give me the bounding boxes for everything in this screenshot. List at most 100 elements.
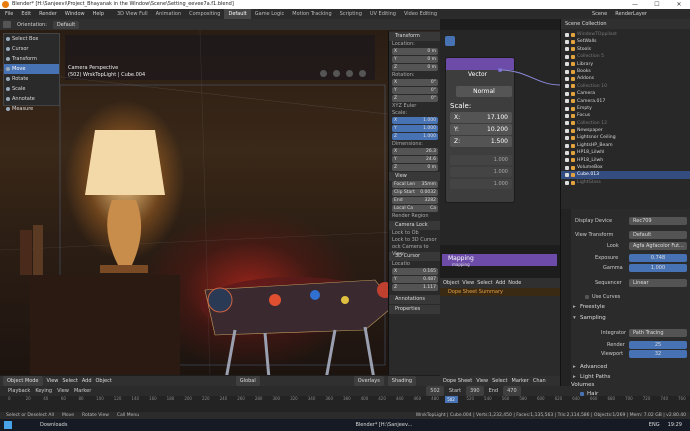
lock-to-object[interactable]: Lock to Ob	[389, 230, 440, 237]
close-button[interactable]: ✕	[668, 0, 690, 9]
render-region-toggle[interactable]: Render Region	[389, 213, 440, 220]
dimension-x[interactable]: X 26.3	[392, 148, 438, 155]
tab-animation[interactable]: Animation	[152, 9, 186, 19]
cursor-y[interactable]: Y 0.487	[392, 276, 438, 283]
add-menu[interactable]: Add	[82, 376, 92, 386]
collection-checkbox-icon[interactable]	[565, 180, 569, 185]
tab-compositing[interactable]: Compositing	[185, 9, 224, 19]
outliner-item[interactable]: Camera.017	[561, 98, 690, 105]
volumes-section[interactable]: Volumes	[571, 382, 594, 388]
tool-transform[interactable]: Transform	[4, 54, 59, 64]
minimize-button[interactable]: —	[624, 0, 646, 9]
dopesheet-select-menu[interactable]: Select	[492, 376, 507, 386]
tool-cursor[interactable]: Cursor	[4, 44, 59, 54]
tool-scale[interactable]: Scale	[4, 84, 59, 94]
3d-viewport[interactable]: Camera Perspective (502) WrskTopLight | …	[0, 30, 440, 375]
hair-checkbox[interactable]: Hair	[580, 391, 598, 397]
overlays-button[interactable]: Overlays	[353, 376, 384, 386]
collection-checkbox-icon[interactable]	[565, 99, 569, 104]
outliner-item[interactable]: Stools	[561, 46, 690, 53]
render-layer-selector[interactable]: RenderLayer	[612, 9, 650, 19]
tab-video-editing[interactable]: Video Editing	[400, 9, 441, 19]
object-menu[interactable]: Object	[96, 376, 112, 386]
dopesheet-view-menu[interactable]: View	[476, 376, 488, 386]
collection-checkbox-icon[interactable]	[565, 158, 569, 163]
properties-section[interactable]: Properties	[389, 305, 440, 314]
dopesheet-mode-select[interactable]: Dope Sheet	[443, 376, 472, 386]
scene-selector[interactable]: Scene	[589, 9, 610, 19]
outliner-item[interactable]: Focus	[561, 112, 690, 119]
tab-motion-tracking[interactable]: Motion Tracking	[288, 9, 335, 19]
outliner-item[interactable]: LightsHP_Beam	[561, 142, 690, 149]
outliner-item[interactable]: VolumeBox	[561, 164, 690, 171]
collection-checkbox-icon[interactable]	[565, 40, 569, 45]
tool-move[interactable]: Move	[4, 64, 59, 74]
collection-checkbox-icon[interactable]	[565, 47, 569, 52]
outliner-item[interactable]: SetWalls	[561, 38, 690, 45]
outliner-item[interactable]: Collection 10	[561, 83, 690, 90]
collection-checkbox-icon[interactable]	[565, 121, 569, 126]
collection-checkbox-icon[interactable]	[565, 113, 569, 118]
scale-y[interactable]: Y 1.000	[392, 125, 438, 132]
viewport-samples-field[interactable]: 32	[629, 350, 687, 358]
keyboard-language[interactable]: ENG	[649, 419, 660, 431]
dopesheet-body[interactable]	[440, 296, 560, 376]
transform-orientation-select[interactable]: Global	[235, 376, 260, 386]
integrator-select[interactable]: Path Tracing	[629, 329, 687, 337]
view-transform-select[interactable]: Default	[629, 231, 687, 239]
use-curves-checkbox[interactable]: Use Curves	[585, 293, 620, 301]
collection-checkbox-icon[interactable]	[565, 84, 569, 89]
grid-icon[interactable]	[359, 69, 366, 77]
collection-checkbox-icon[interactable]	[565, 32, 569, 37]
editor-type-icon[interactable]	[3, 21, 11, 28]
node-field-1[interactable]: 1.000	[450, 155, 512, 165]
playback-menu[interactable]: Playback	[8, 386, 30, 396]
location-y[interactable]: Y0 m	[392, 56, 438, 63]
dimension-y[interactable]: Y 24.6	[392, 156, 438, 163]
outliner-item[interactable]: HP18_Lilwhl	[561, 149, 690, 156]
clip-end[interactable]: End 3282	[392, 197, 438, 204]
node-scale-x[interactable]: X: 17.100	[450, 112, 512, 123]
timeline[interactable]: 0 20 40 60 80 100 120 140 160 180 200 220 240 260 280 3…	[0, 396, 690, 412]
outliner-item[interactable]: Collection 12	[561, 120, 690, 127]
outliner-item[interactable]: Books	[561, 68, 690, 75]
node-scale-z[interactable]: Z: 1.500	[450, 136, 512, 147]
properties-tabs[interactable]	[561, 209, 571, 386]
collection-checkbox-icon[interactable]	[565, 91, 569, 96]
euler-mode[interactable]: XYZ Euler	[389, 103, 440, 110]
collection-checkbox-icon[interactable]	[565, 165, 569, 170]
node-field-2[interactable]: 1.000	[450, 167, 512, 177]
light-paths-section[interactable]: Light Paths	[572, 373, 690, 382]
collection-checkbox-icon[interactable]	[565, 150, 569, 155]
orientation-select[interactable]: Default	[52, 20, 80, 29]
dope-sheet-summary[interactable]: Dope Sheet Summary	[440, 288, 560, 296]
outliner-item[interactable]: Addons	[561, 75, 690, 82]
local-camera[interactable]: Local Ca Ca	[392, 205, 438, 212]
menu-help[interactable]: Help	[90, 9, 107, 19]
dopesheet-marker-menu[interactable]: Marker	[512, 376, 529, 386]
outliner-item[interactable]: Camera	[561, 90, 690, 97]
collection-checkbox-icon[interactable]	[565, 54, 569, 59]
outliner-item[interactable]: Cube.013	[561, 171, 690, 179]
collection-checkbox-icon[interactable]	[565, 128, 569, 133]
lock-camera-to-view[interactable]: ock Camera to View	[389, 244, 440, 257]
node-scale-y[interactable]: Y: 10.200	[450, 124, 512, 135]
annotations-section[interactable]: Annotations	[389, 295, 440, 304]
clip-start[interactable]: Clip Start 0.0032	[392, 189, 438, 196]
view-menu[interactable]: View	[47, 376, 59, 386]
shading-button[interactable]: Shading	[387, 376, 417, 386]
collection-checkbox-icon[interactable]	[565, 136, 569, 141]
rotation-z[interactable]: Z 0°	[392, 95, 438, 102]
outliner-item[interactable]: Collection 5	[561, 53, 690, 60]
outliner-item[interactable]: Empty	[561, 105, 690, 112]
gamma-field[interactable]: 1.000	[629, 264, 687, 272]
look-select[interactable]: Agfa Agfacolor Fut...	[629, 242, 687, 250]
dope-add-menu[interactable]: Add	[496, 278, 506, 288]
outliner-item[interactable]: Newspaper	[561, 127, 690, 134]
collection-checkbox-icon[interactable]	[565, 173, 569, 178]
maximize-button[interactable]: ☐	[646, 0, 668, 9]
camera-view-icon[interactable]	[346, 69, 353, 77]
timeline-view-menu[interactable]: View	[57, 386, 69, 396]
tab-game-logic[interactable]: Game Logic	[251, 9, 289, 19]
timeline-playhead[interactable]: 502	[444, 396, 458, 403]
